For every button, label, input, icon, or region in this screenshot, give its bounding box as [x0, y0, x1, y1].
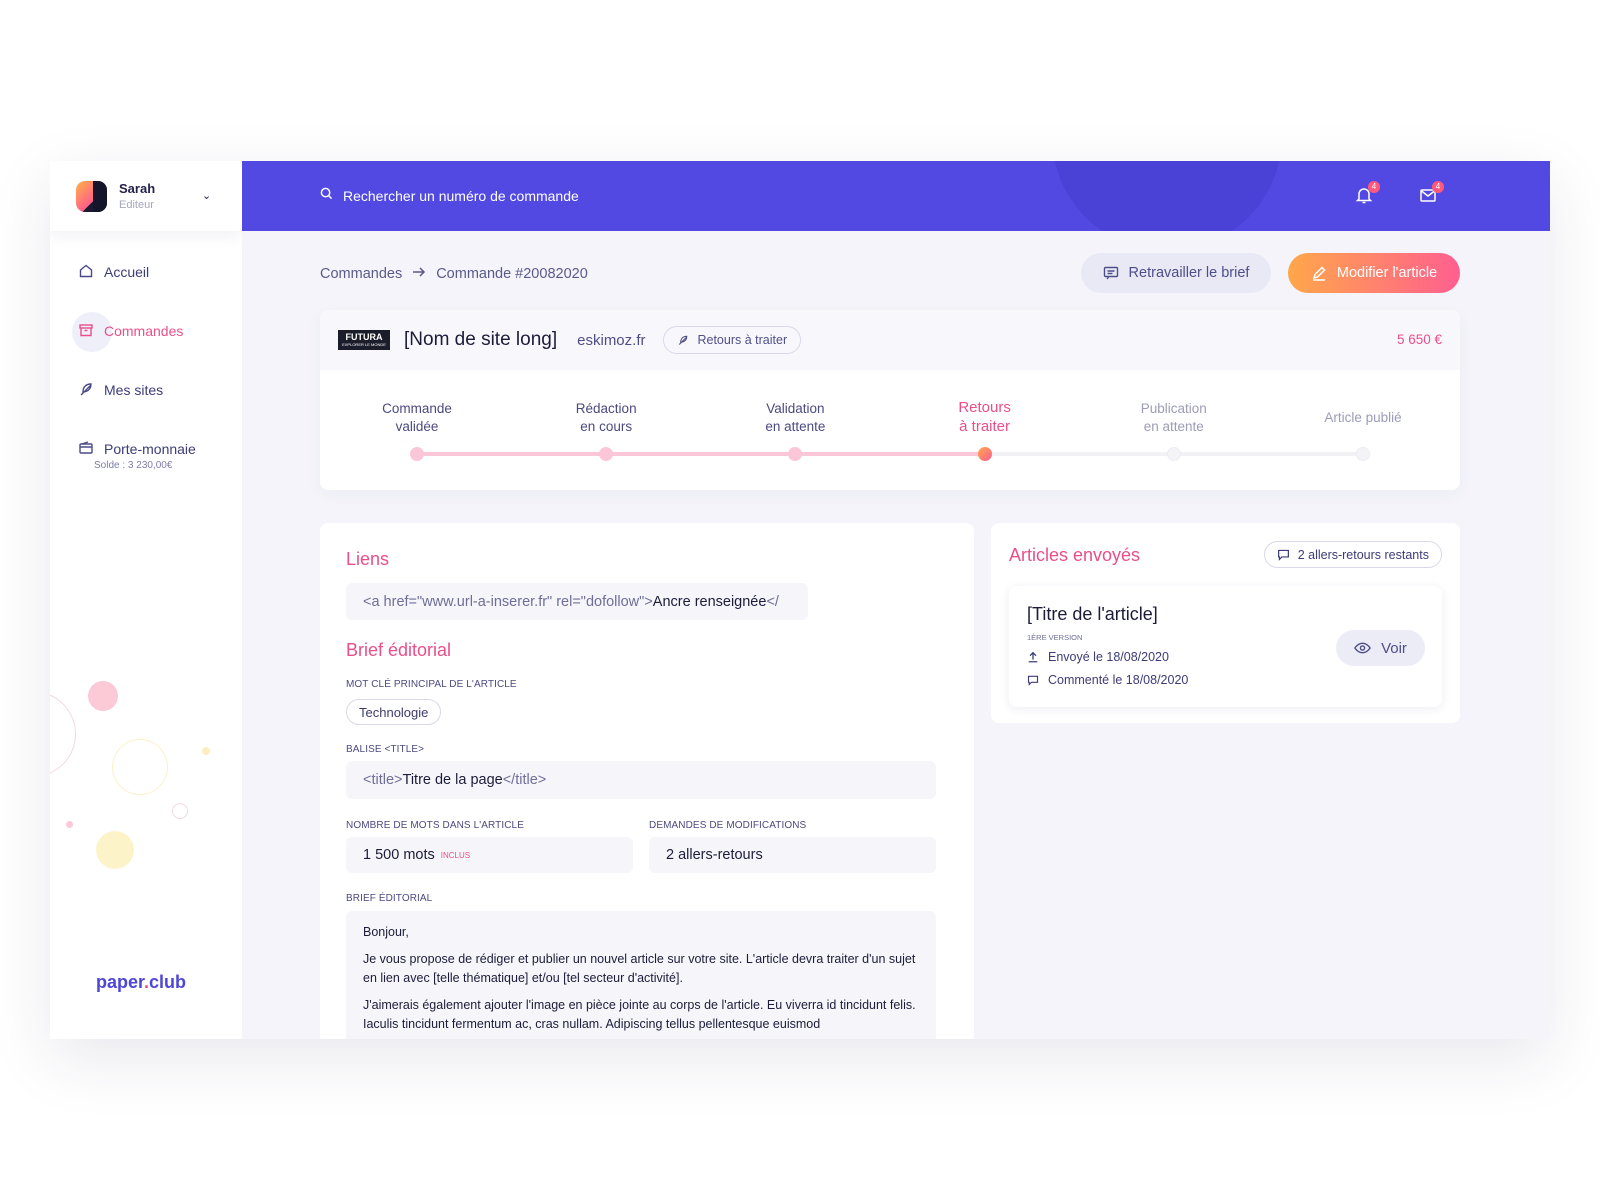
article-commented-date: Commenté le 18/08/2020: [1027, 673, 1188, 687]
mail-icon: [1418, 189, 1438, 209]
progress-step-dot: [1166, 447, 1181, 461]
title-tag-field[interactable]: <title> Titre de la page </title>: [346, 761, 936, 799]
modifications-label: DEMANDES DE MODIFICATIONS: [649, 820, 807, 831]
brief-panel: Liens <a href="www.url-a-inserer.fr" rel…: [320, 523, 974, 1039]
upload-icon: [1027, 651, 1039, 663]
included-badge: INCLUS: [440, 850, 471, 860]
sidebar-item-mes-sites[interactable]: Mes sites: [50, 377, 242, 436]
sidebar-item-label: Porte-monnaie: [104, 441, 196, 457]
remaining-rounds-badge: 2 allers-retours restants: [1263, 541, 1442, 568]
word-count-field: 1 500 mots INCLUS: [346, 837, 633, 873]
links-title: Liens: [346, 549, 390, 569]
modifications-field: 2 allers-retours: [649, 837, 936, 873]
sidebar-item-label: Commandes: [104, 323, 184, 339]
decor-circle: [112, 739, 168, 795]
avatar: [76, 180, 107, 212]
pencil-icon: [1311, 265, 1327, 281]
sidebar-item-label: Mes sites: [104, 382, 164, 398]
progress-step-dot: [1356, 447, 1370, 461]
word-count-label: NOMBRE DE MOTS DANS L'ARTICLE: [346, 820, 524, 831]
order-card: FUTURA EXPLORER LE MONDE [Nom de site lo…: [320, 310, 1460, 490]
progress-step-label: Retours à traiter: [958, 399, 1011, 435]
decor-circle: [202, 747, 210, 755]
messages-button[interactable]: 4: [1418, 181, 1444, 209]
articles-panel: Articles envoyés 2 allers-retours restan…: [991, 523, 1460, 723]
top-bar: Rechercher un numéro de commande 4 4: [242, 161, 1550, 231]
decor-circle: [88, 681, 118, 711]
user-name: Sarah: [119, 181, 156, 196]
comment-icon: [1027, 674, 1039, 686]
breadcrumb: Commandes Commande #20082020: [320, 266, 588, 282]
eye-icon: [1354, 642, 1371, 654]
bell-icon: [1354, 188, 1374, 209]
decor-circle: [96, 831, 134, 869]
order-header: FUTURA EXPLORER LE MONDE [Nom de site lo…: [320, 310, 1460, 370]
progress-step-label: Rédaction en cours: [575, 401, 637, 434]
user-menu[interactable]: Sarah Editeur ⌄: [50, 161, 242, 231]
wallet-balance: Solde : 3 230,00€: [94, 460, 173, 471]
brief-label: BRIEF ÉDITORIAL: [346, 893, 433, 904]
progress-step-label: Validation en attente: [765, 401, 826, 434]
feather-icon: [677, 334, 689, 346]
sidebar-item-commandes[interactable]: Commandes: [50, 312, 242, 377]
site-domain[interactable]: eskimoz.fr: [577, 332, 645, 349]
wallet-icon: [78, 440, 94, 456]
sidebar-item-label: Accueil: [104, 264, 150, 280]
search-icon: [320, 187, 333, 205]
breadcrumb-root[interactable]: Commandes: [320, 266, 402, 282]
sidebar-nav: Accueil Commandes Mes sites Porte-monnai…: [50, 259, 242, 495]
progress-step-label: Commande validée: [382, 401, 452, 434]
arrow-right-icon: [412, 266, 426, 282]
app-window: Sarah Editeur ⌄ Accueil Commandes Mes si…: [50, 161, 1550, 1039]
order-price: 5 650 €: [1396, 332, 1442, 347]
progress-step-dot: [788, 447, 803, 461]
search-input[interactable]: Rechercher un numéro de commande: [320, 187, 579, 205]
progress-fill: [417, 452, 985, 456]
brand-logo[interactable]: paper.club: [96, 972, 186, 993]
status-badge: Retours à traiter: [663, 326, 802, 354]
user-role: Editeur: [119, 199, 154, 211]
edit-article-button[interactable]: Modifier l'article: [1288, 253, 1460, 293]
article-version: 1ÈRE VERSION: [1027, 633, 1083, 642]
messages-badge: 4: [1432, 181, 1444, 193]
article-title: [Titre de l'article]: [1027, 604, 1158, 624]
archive-icon: [78, 322, 94, 338]
brief-title: Brief éditorial: [346, 640, 452, 660]
comment-icon: [1277, 548, 1290, 561]
sidebar-item-porte-monnaie[interactable]: Porte-monnaie Solde : 3 230,00€: [50, 436, 242, 495]
site-logo: FUTURA EXPLORER LE MONDE: [338, 330, 390, 350]
home-icon: [78, 263, 94, 279]
article-item: [Titre de l'article] 1ÈRE VERSION Envoyé…: [1009, 586, 1442, 707]
link-code-field[interactable]: <a href="www.url-a-inserer.fr" rel="dofo…: [346, 583, 808, 620]
decor-circle: [50, 691, 76, 777]
sidebar: Sarah Editeur ⌄ Accueil Commandes Mes si…: [50, 161, 242, 1039]
order-progress: Commande validée Rédaction en cours Validati…: [320, 370, 1460, 490]
notifications-badge: 4: [1368, 181, 1380, 193]
view-article-button[interactable]: Voir: [1336, 630, 1425, 666]
keyword-tag: Technologie: [346, 699, 442, 725]
progress-step-label: Publication en attente: [1140, 401, 1207, 434]
progress-step-dot: [410, 447, 424, 461]
breadcrumb-current: Commande #20082020: [436, 266, 588, 282]
rework-brief-button[interactable]: Retravailler le brief: [1081, 253, 1271, 293]
articles-title: Articles envoyés: [1009, 545, 1141, 565]
feather-icon: [78, 381, 94, 397]
chevron-down-icon[interactable]: ⌄: [202, 189, 211, 202]
progress-step-label: Article publié: [1324, 410, 1402, 425]
decor-circle: [66, 821, 73, 828]
sidebar-item-accueil[interactable]: Accueil: [50, 259, 242, 318]
title-tag-label: BALISE <TITLE>: [346, 744, 425, 755]
site-name: [Nom de site long]: [404, 329, 558, 350]
brief-text: Bonjour, Je vous propose de rédiger et p…: [346, 911, 936, 1039]
progress-step-dot: [977, 447, 992, 461]
progress-step-dot: [599, 447, 614, 461]
message-square-icon: [1103, 265, 1119, 281]
article-sent-date: Envoyé le 18/08/2020: [1027, 650, 1169, 664]
search-placeholder: Rechercher un numéro de commande: [343, 188, 579, 204]
decor-circle: [172, 803, 188, 819]
notifications-button[interactable]: 4: [1354, 181, 1380, 209]
keyword-label: MOT CLÉ PRINCIPAL DE L'ARTICLE: [346, 679, 517, 690]
